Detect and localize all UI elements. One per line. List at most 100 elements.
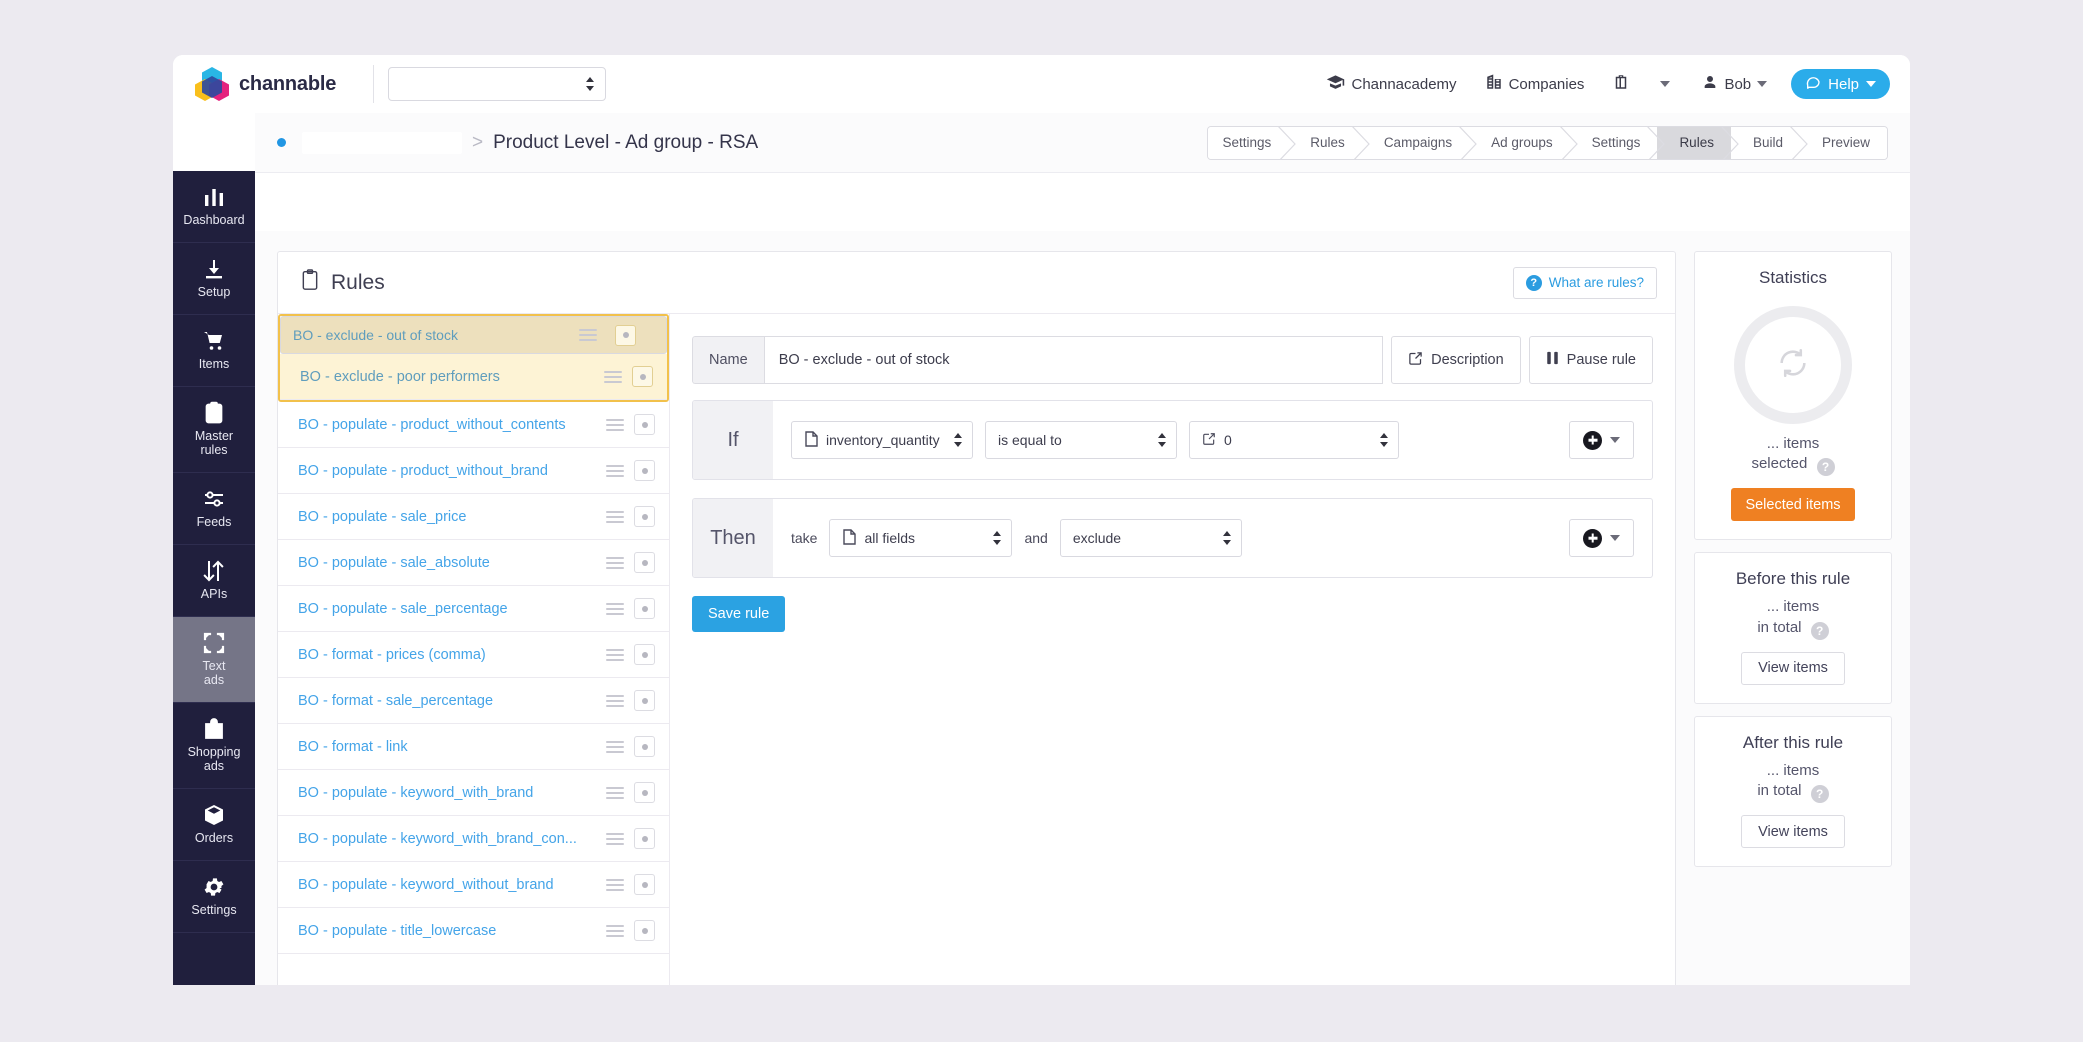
step-rules-1[interactable]: Rules xyxy=(1288,127,1362,159)
nav-companies[interactable]: Companies xyxy=(1471,73,1599,95)
sidebar-item-shopping-ads[interactable]: Shoppingads xyxy=(173,703,255,789)
rule-status-button[interactable] xyxy=(634,460,655,481)
after-view-items-button[interactable]: View items xyxy=(1741,815,1845,848)
rule-list-item[interactable]: BO - populate - keyword_without_brand xyxy=(278,862,669,908)
sidebar-item-label: Setup xyxy=(198,286,231,300)
drag-handle-icon[interactable] xyxy=(606,695,624,707)
rule-status-button[interactable] xyxy=(634,644,655,665)
rule-status-button[interactable] xyxy=(634,782,655,803)
sidebar-item-text-ads[interactable]: Textads xyxy=(173,617,255,703)
rule-status-button[interactable] xyxy=(615,325,636,346)
drag-handle-icon[interactable] xyxy=(606,741,624,753)
rule-list-item[interactable]: BO - exclude - poor performers xyxy=(280,354,667,400)
drag-handle-icon[interactable] xyxy=(579,329,597,341)
help-button[interactable]: Help xyxy=(1791,69,1890,99)
drag-handle-icon[interactable] xyxy=(606,879,624,891)
sidebar-item-settings[interactable]: Settings xyxy=(173,861,255,933)
then-field-select[interactable]: all fields xyxy=(829,519,1012,557)
step-settings-4[interactable]: Settings xyxy=(1570,127,1658,159)
rule-list-item[interactable]: BO - populate - product_without_contents xyxy=(278,402,669,448)
top-bar: channable Channacademy Companies xyxy=(173,55,1910,113)
after-count-line1: ... items xyxy=(1767,762,1820,779)
sidebar-item-master-rules[interactable]: Masterrules xyxy=(173,387,255,473)
rule-list-item[interactable]: BO - populate - keyword_with_brand xyxy=(278,770,669,816)
drag-handle-icon[interactable] xyxy=(606,833,624,845)
drag-handle-icon[interactable] xyxy=(606,557,624,569)
rule-list-item[interactable]: BO - populate - sale_absolute xyxy=(278,540,669,586)
rule-status-button[interactable] xyxy=(634,874,655,895)
brand-logo[interactable]: channable xyxy=(173,67,369,101)
step-rules-5[interactable]: Rules xyxy=(1657,127,1731,159)
if-operator-select[interactable]: is equal to xyxy=(985,421,1177,459)
file-icon xyxy=(804,431,818,450)
step-label: Rules xyxy=(1679,135,1714,150)
channable-logo-icon xyxy=(195,67,229,101)
before-view-items-button[interactable]: View items xyxy=(1741,652,1845,685)
then-action-select[interactable]: exclude xyxy=(1060,519,1242,557)
nav-briefcase[interactable] xyxy=(1598,73,1650,95)
nav-more-dropdown[interactable] xyxy=(1650,81,1688,87)
step-preview-7[interactable]: Preview xyxy=(1800,127,1887,159)
rule-status-button[interactable] xyxy=(634,506,655,527)
drag-handle-icon[interactable] xyxy=(606,787,624,799)
rule-status-button[interactable] xyxy=(634,552,655,573)
step-settings-0[interactable]: Settings xyxy=(1208,127,1289,159)
save-rule-button[interactable]: Save rule xyxy=(692,596,785,632)
question-icon[interactable]: ? xyxy=(1817,458,1835,476)
rule-status-button[interactable] xyxy=(634,736,655,757)
drag-handle-icon[interactable] xyxy=(606,925,624,937)
rule-list-item[interactable]: BO - populate - sale_percentage xyxy=(278,586,669,632)
step-ad-groups-3[interactable]: Ad groups xyxy=(1469,127,1570,159)
rule-list-item[interactable]: BO - populate - product_without_brand xyxy=(278,448,669,494)
rule-name-input[interactable] xyxy=(764,336,1383,384)
drag-handle-icon[interactable] xyxy=(604,371,622,383)
rule-list-item[interactable]: BO - populate - title_lowercase xyxy=(278,908,669,954)
selected-items-button[interactable]: Selected items xyxy=(1731,488,1854,521)
rule-status-button[interactable] xyxy=(634,690,655,711)
clipboard-icon xyxy=(300,269,320,297)
nav-channacademy[interactable]: Channacademy xyxy=(1312,73,1470,96)
rule-status-button[interactable] xyxy=(634,920,655,941)
user-menu[interactable]: Bob xyxy=(1688,74,1781,94)
sidebar-item-items[interactable]: Items xyxy=(173,315,255,387)
sidebar-item-feeds[interactable]: Feeds xyxy=(173,473,255,545)
drag-handle-icon[interactable] xyxy=(606,603,624,615)
rule-item-label: BO - format - link xyxy=(298,739,606,755)
add-action-button[interactable] xyxy=(1569,519,1634,557)
rule-list-item[interactable]: BO - format - sale_percentage xyxy=(278,678,669,724)
rule-list-item[interactable]: BO - exclude - out of stock xyxy=(280,316,667,354)
sidebar-item-apis[interactable]: APIs xyxy=(173,545,255,617)
question-icon[interactable]: ? xyxy=(1811,622,1829,640)
if-value-select[interactable]: 0 xyxy=(1189,421,1399,459)
rule-list-item[interactable]: BO - populate - keyword_with_brand_con..… xyxy=(278,816,669,862)
description-button[interactable]: Description xyxy=(1391,336,1521,384)
drag-handle-icon[interactable] xyxy=(606,419,624,431)
rule-status-button[interactable] xyxy=(634,598,655,619)
wizard-steps: SettingsRulesCampaignsAd groupsSettingsR… xyxy=(1207,126,1888,160)
pause-icon xyxy=(1546,351,1559,369)
chevron-updown-icon xyxy=(993,530,1002,546)
rule-list-item[interactable]: BO - format - prices (comma) xyxy=(278,632,669,678)
drag-handle-icon[interactable] xyxy=(606,465,624,477)
drag-handle-icon[interactable] xyxy=(606,649,624,661)
pause-rule-button[interactable]: Pause rule xyxy=(1529,336,1653,384)
account-select[interactable] xyxy=(388,67,606,101)
question-icon[interactable]: ? xyxy=(1811,785,1829,803)
breadcrumb-project[interactable] xyxy=(302,132,462,154)
rule-status-button[interactable] xyxy=(634,828,655,849)
rule-item-label: BO - populate - product_without_brand xyxy=(298,463,606,479)
step-build-6[interactable]: Build xyxy=(1731,127,1800,159)
what-are-rules-button[interactable]: ? What are rules? xyxy=(1513,267,1657,299)
content-area: Rules ? What are rules? BO - exclude - o… xyxy=(255,231,1910,985)
if-field-select[interactable]: inventory_quantity xyxy=(791,421,973,459)
rule-list-item[interactable]: BO - populate - sale_price xyxy=(278,494,669,540)
drag-handle-icon[interactable] xyxy=(606,511,624,523)
sidebar-item-dashboard[interactable]: Dashboard xyxy=(173,171,255,243)
rule-list-item[interactable]: BO - format - link xyxy=(278,724,669,770)
add-condition-button[interactable] xyxy=(1569,421,1634,459)
rule-status-button[interactable] xyxy=(632,366,653,387)
rule-status-button[interactable] xyxy=(634,414,655,435)
step-campaigns-2[interactable]: Campaigns xyxy=(1362,127,1469,159)
sidebar-item-orders[interactable]: Orders xyxy=(173,789,255,861)
sidebar-item-setup[interactable]: Setup xyxy=(173,243,255,315)
